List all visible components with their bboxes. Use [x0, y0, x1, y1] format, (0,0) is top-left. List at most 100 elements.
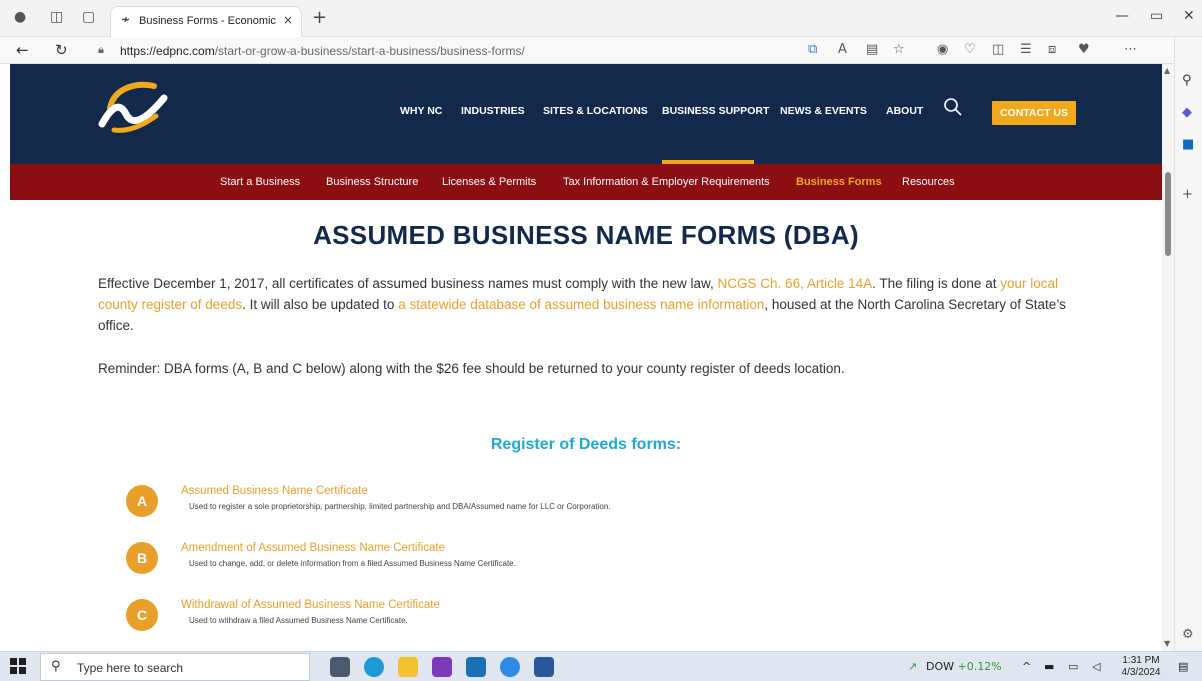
- network-icon[interactable]: ▭: [1068, 660, 1078, 673]
- scroll-thumb[interactable]: [1165, 172, 1171, 256]
- browser-tab-active[interactable]: ≁ Business Forms - Economic Deve ×: [110, 6, 302, 37]
- nav-news-events[interactable]: NEWS & EVENTS: [780, 105, 867, 117]
- statewide-database-link[interactable]: a statewide database of assumed business…: [398, 297, 764, 312]
- outlook-icon[interactable]: ■: [1182, 137, 1194, 152]
- taskbar-search-icon: ⚲: [51, 659, 61, 674]
- subnav-resources[interactable]: Resources: [902, 176, 955, 188]
- refresh-icon[interactable]: ↻: [55, 41, 68, 59]
- tab-actions-icon[interactable]: ▢: [82, 9, 95, 25]
- intro-text-2: . The filing is done at: [872, 276, 1001, 291]
- edge-app-icon[interactable]: [364, 657, 384, 677]
- url-input[interactable]: 🔒︎ https://edpnc.com/start-or-grow-a-bus…: [88, 40, 788, 61]
- form-link-b[interactable]: Amendment of Assumed Business Name Certi…: [181, 542, 445, 554]
- tab-title: Business Forms - Economic Deve: [139, 15, 279, 27]
- form-desc-a: Used to register a sole proprietorship, …: [189, 502, 611, 511]
- restore-icon[interactable]: ▭: [1150, 8, 1163, 24]
- new-tab-button[interactable]: +: [312, 7, 327, 28]
- battery-icon[interactable]: ▬: [1044, 660, 1054, 673]
- minimize-icon[interactable]: —: [1115, 8, 1129, 24]
- sidebar-settings-icon[interactable]: ⚙: [1182, 627, 1194, 642]
- intro-text-3: . It will also be updated to: [242, 297, 399, 312]
- app-available-icon[interactable]: ⧉: [808, 42, 817, 57]
- scroll-up-icon[interactable]: ▲: [1164, 66, 1170, 75]
- back-arrow-icon[interactable]: ←: [16, 41, 29, 59]
- page-scrollbar[interactable]: ▲ ▼: [1162, 64, 1174, 651]
- more-menu-icon[interactable]: ⋯: [1124, 42, 1137, 57]
- form-item-a: A Assumed Business Name Certificate Used…: [126, 485, 826, 525]
- form-item-b: B Amendment of Assumed Business Name Cer…: [126, 542, 826, 582]
- intro-paragraph: Effective December 1, 2017, all certific…: [98, 273, 1088, 336]
- web-page: WHY NC INDUSTRIES SITES & LOCATIONS BUSI…: [10, 64, 1162, 651]
- workspaces-icon[interactable]: ◫: [50, 9, 63, 25]
- intro-text-1: Effective December 1, 2017, all certific…: [98, 276, 718, 291]
- favorite-star-icon[interactable]: ☆: [893, 42, 905, 57]
- nav-business-support[interactable]: BUSINESS SUPPORT: [662, 105, 769, 117]
- page-title: ASSUMED BUSINESS NAME FORMS (DBA): [313, 220, 859, 250]
- edge-sidebar: ⚲ ◆ ■ + ⚙: [1174, 37, 1202, 651]
- taskbar-search-placeholder: Type here to search: [77, 661, 184, 675]
- collections-icon[interactable]: ⧈: [1048, 42, 1056, 57]
- favorites-icon[interactable]: ☰: [1020, 42, 1032, 57]
- scroll-down-icon[interactable]: ▼: [1164, 639, 1170, 648]
- form-desc-c: Used to withdraw a filed Assumed Busines…: [189, 616, 408, 625]
- visual-studio-icon[interactable]: [432, 657, 452, 677]
- immersive-reader-icon[interactable]: ▤: [866, 42, 878, 57]
- dow-ticker[interactable]: DOW +0.12%: [926, 660, 1002, 673]
- ncgs-link[interactable]: NCGS Ch. 66, Article 14A: [718, 276, 873, 291]
- forms-heading: Register of Deeds forms:: [490, 436, 682, 453]
- tab-close-icon[interactable]: ×: [283, 13, 293, 27]
- volume-icon[interactable]: ◁: [1092, 660, 1100, 673]
- close-window-icon[interactable]: ✕: [1183, 8, 1195, 24]
- site-search-icon[interactable]: [943, 97, 963, 117]
- taskbar-search-input[interactable]: ⚲ Type here to search: [40, 653, 310, 681]
- nav-industries[interactable]: INDUSTRIES: [461, 105, 525, 117]
- form-link-a[interactable]: Assumed Business Name Certificate: [181, 485, 368, 497]
- sidebar-tools-icon[interactable]: ◆: [1182, 105, 1192, 120]
- mail-app-icon[interactable]: [500, 657, 520, 677]
- file-explorer-icon[interactable]: [398, 657, 418, 677]
- edpnc-logo-icon[interactable]: [94, 74, 174, 134]
- clock-date: 4/3/2024: [1121, 667, 1161, 678]
- profile-icon[interactable]: ●: [14, 9, 26, 25]
- subnav-tax-information[interactable]: Tax Information & Employer Requirements: [563, 176, 770, 188]
- task-view-icon[interactable]: [330, 657, 350, 677]
- form-item-c: C Withdrawal of Assumed Business Name Ce…: [126, 599, 826, 639]
- sub-nav: Start a Business Business Structure Lice…: [10, 164, 1162, 200]
- notifications-icon[interactable]: ▤: [1178, 660, 1188, 673]
- address-bar-row: ← ↻ 🔒︎ https://edpnc.com/start-or-grow-a…: [0, 37, 1202, 64]
- url-path: /start-or-grow-a-business/start-a-busine…: [214, 44, 525, 58]
- nav-about[interactable]: ABOUT: [886, 105, 923, 117]
- sidebar-add-icon[interactable]: +: [1182, 187, 1193, 202]
- url-text: https://edpnc.com/start-or-grow-a-busine…: [120, 44, 525, 58]
- site-favicon-icon: ≁: [121, 13, 131, 26]
- word-app-icon[interactable]: [534, 657, 554, 677]
- lock-icon[interactable]: 🔒︎: [98, 43, 104, 57]
- sidebar-search-icon[interactable]: ⚲: [1182, 73, 1192, 88]
- screen: ● ◫ ▢ ≁ Business Forms - Economic Deve ×…: [0, 0, 1202, 681]
- subnav-licenses-permits[interactable]: Licenses & Permits: [442, 176, 536, 188]
- extension-icon[interactable]: ◉: [937, 42, 948, 57]
- clock-time: 1:31 PM: [1122, 655, 1160, 666]
- split-screen-icon[interactable]: ◫: [992, 42, 1004, 57]
- show-hidden-icons-icon[interactable]: ^: [1022, 660, 1031, 673]
- url-host: https://edpnc.com: [120, 44, 215, 58]
- subnav-business-structure[interactable]: Business Structure: [326, 176, 418, 188]
- webex-icon[interactable]: [466, 657, 486, 677]
- read-aloud-icon[interactable]: A: [838, 42, 847, 57]
- form-desc-b: Used to change, add, or delete informati…: [189, 559, 516, 568]
- stock-trend-icon[interactable]: ↗: [908, 660, 917, 673]
- site-header: WHY NC INDUSTRIES SITES & LOCATIONS BUSI…: [10, 64, 1162, 164]
- browser-essentials-icon[interactable]: ♡: [964, 42, 976, 57]
- contact-us-button[interactable]: CONTACT US: [992, 101, 1076, 125]
- reminder-text: Reminder: DBA forms (A, B and C below) a…: [98, 361, 845, 376]
- performance-icon[interactable]: ♥: [1078, 42, 1090, 57]
- subnav-business-forms[interactable]: Business Forms: [796, 176, 882, 188]
- nav-sites-locations[interactable]: SITES & LOCATIONS: [543, 105, 648, 117]
- nav-why-nc[interactable]: WHY NC: [400, 105, 442, 117]
- browser-tab-bar: ● ◫ ▢ ≁ Business Forms - Economic Deve ×…: [0, 0, 1202, 37]
- windows-start-icon[interactable]: [10, 658, 27, 675]
- form-link-c[interactable]: Withdrawal of Assumed Business Name Cert…: [181, 599, 440, 611]
- taskbar: ⚲ Type here to search ↗ DOW +0.12% ^ ▬ ▭…: [0, 651, 1202, 681]
- system-clock[interactable]: 1:31 PM 4/3/2024: [1118, 655, 1164, 679]
- subnav-start-a-business[interactable]: Start a Business: [220, 176, 300, 188]
